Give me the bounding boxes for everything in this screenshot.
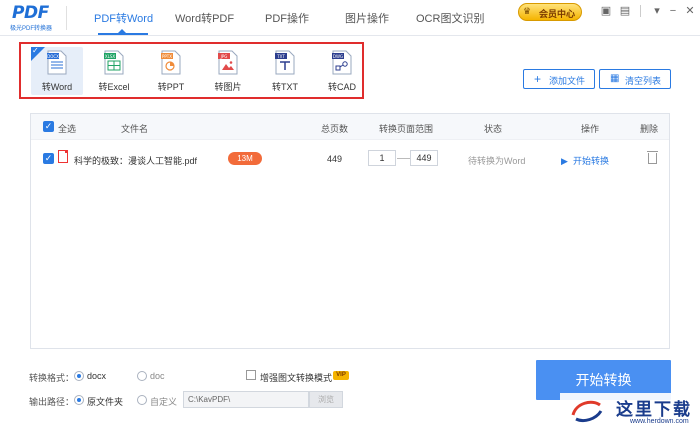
word-doc-icon: DOCX [47, 50, 67, 75]
range-separator [397, 158, 411, 159]
check-icon: ✓ [32, 46, 39, 55]
browse-button[interactable]: 浏览 [309, 391, 343, 408]
plus-icon: + [534, 72, 542, 86]
format-doc-label: doc [150, 371, 165, 381]
svg-text:TXT: TXT [276, 54, 285, 59]
app-logo: PDF 极光PDF转换器 [8, 3, 60, 33]
tab-pdf-to-word[interactable]: PDF转Word [94, 10, 153, 26]
tab-pdf-operations[interactable]: PDF操作 [265, 10, 309, 26]
window-controls-divider [640, 5, 641, 17]
tool-label: 转TXT [272, 82, 298, 92]
watermark: 这里下载 www.herdown.com [560, 393, 700, 429]
format-label: 转换格式： [29, 373, 75, 383]
clear-list-label: 清空列表 [625, 76, 662, 86]
table-header: ✓ 全选 文件名 总页数 转换页面范围 状态 操作 删除 [31, 114, 669, 140]
table-row[interactable]: ✓ 科学的极致：漫谈人工智能.pdf 13M 449 1 449 待转换为Wor… [31, 146, 669, 172]
dropdown-icon[interactable]: ▾ [651, 5, 663, 17]
tool-to-image[interactable]: JPG 转图片 [202, 47, 254, 95]
clear-list-icon: ▦ [610, 73, 620, 84]
watermark-url: www.herdown.com [630, 418, 689, 425]
add-file-label: 添加文件 [549, 76, 586, 86]
watermark-swirl-icon [571, 400, 603, 423]
file-size-badge: 13M [228, 152, 262, 165]
svg-text:DWG: DWG [333, 54, 343, 59]
header-page-range: 转换页面范围 [379, 124, 434, 134]
top-bar: PDF 极光PDF转换器 PDF转Word Word转PDF PDF操作 图片操… [0, 0, 700, 36]
header-action: 操作 [581, 124, 600, 134]
tool-label: 转图片 [214, 82, 242, 92]
logo-text: PDF [12, 3, 49, 23]
format-doc-radio[interactable] [137, 371, 147, 381]
image-doc-icon: JPG [218, 50, 238, 75]
format-docx-radio[interactable] [74, 371, 84, 381]
clear-list-button[interactable]: ▦ 清空列表 [599, 69, 671, 89]
close-icon[interactable]: ✕ [684, 5, 696, 17]
file-list-panel: ✓ 全选 文件名 总页数 转换页面范围 状态 操作 删除 ✓ 科学的极致：漫谈人… [30, 113, 670, 349]
logo-divider [66, 6, 67, 30]
svg-text:XLSX: XLSX [105, 54, 116, 59]
tool-to-cad[interactable]: DWG 转CAD [316, 47, 368, 95]
output-custom-radio[interactable] [137, 395, 147, 405]
tool-label: 转Excel [98, 82, 130, 92]
cad-doc-icon: DWG [332, 50, 352, 75]
trash-icon[interactable] [647, 151, 658, 164]
vip-tag: VIP [333, 371, 349, 380]
active-tab-caret [118, 29, 126, 33]
header-total-pages: 总页数 [321, 124, 349, 134]
tool-to-ppt[interactable]: PPTX 转PPT [145, 47, 197, 95]
play-icon: ▶ [561, 156, 573, 166]
tool-label: 转PPT [157, 82, 185, 92]
enhance-mode-checkbox[interactable] [246, 370, 256, 380]
vip-center-label: 会员中心 [539, 9, 576, 19]
file-name: 科学的极致：漫谈人工智能.pdf [74, 156, 198, 166]
row-start-convert-label: 开始转换 [572, 156, 609, 166]
header-select-all: 全选 [58, 124, 77, 134]
ppt-doc-icon: PPTX [161, 50, 181, 75]
svg-text:PPTX: PPTX [162, 54, 172, 59]
output-source-label: 原文件夹 [87, 397, 124, 407]
row-start-convert-button[interactable]: ▶ 开始转换 [561, 154, 609, 167]
excel-doc-icon: XLSX [104, 50, 124, 75]
output-path-label: 输出路径： [29, 397, 75, 407]
header-file-name: 文件名 [121, 124, 149, 134]
message-icon[interactable]: ▤ [619, 5, 631, 17]
range-start-input[interactable]: 1 [368, 150, 396, 166]
watermark-text: 这里下载 [616, 400, 692, 420]
logo-subtitle: 极光PDF转换器 [10, 26, 53, 32]
output-source-radio[interactable] [74, 395, 84, 405]
svg-text:DOCX: DOCX [47, 54, 59, 59]
active-tab-indicator [98, 33, 148, 35]
custom-path-input[interactable]: C:\KavPDF\ [183, 391, 309, 408]
enhance-mode-label: 增强图文转换模式 [260, 373, 333, 383]
minimize-icon[interactable]: − [667, 5, 679, 17]
format-docx-label: docx [87, 371, 107, 381]
tool-label: 转Word [41, 82, 73, 92]
output-custom-label: 自定义 [150, 397, 178, 407]
tool-to-excel[interactable]: XLSX 转Excel [88, 47, 140, 95]
tab-ocr[interactable]: OCR图文识别 [416, 10, 484, 26]
tool-label: 转CAD [327, 82, 356, 92]
header-delete: 删除 [640, 124, 659, 134]
status-text: 待转换为Word [468, 156, 526, 166]
svg-text:JPG: JPG [220, 54, 228, 59]
select-all-checkbox[interactable]: ✓ [43, 121, 54, 132]
txt-doc-icon: TXT [275, 50, 295, 75]
tab-image-operations[interactable]: 图片操作 [345, 10, 389, 26]
header-status: 状态 [484, 124, 503, 134]
tab-word-to-pdf[interactable]: Word转PDF [175, 10, 234, 26]
monitor-icon[interactable]: ▣ [600, 5, 612, 17]
row-checkbox[interactable]: ✓ [43, 153, 54, 164]
crown-icon: ♛ [523, 6, 532, 16]
add-file-button[interactable]: + 添加文件 [523, 69, 595, 89]
tool-to-txt[interactable]: TXT 转TXT [259, 47, 311, 95]
tool-to-word[interactable]: ✓ DOCX 转Word [31, 46, 83, 95]
range-end-input[interactable]: 449 [410, 150, 438, 166]
vip-center-button[interactable]: ♛ 会员中心 [518, 3, 582, 21]
total-pages-value: 449 [327, 154, 343, 164]
pdf-file-icon [58, 150, 68, 163]
